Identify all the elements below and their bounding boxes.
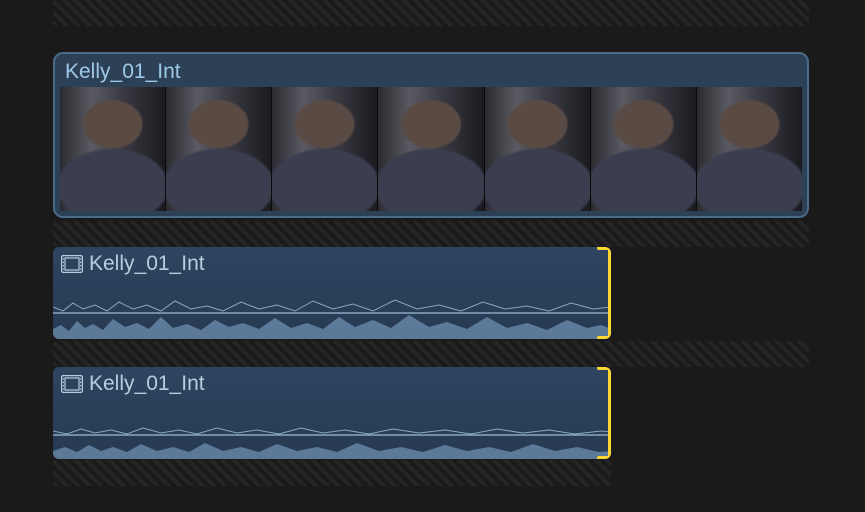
track-spacer xyxy=(53,0,809,26)
thumbnail-frame xyxy=(377,87,483,211)
video-media-icon xyxy=(61,255,83,273)
audio-waveform xyxy=(53,407,611,459)
track-spacer xyxy=(53,341,809,367)
thumbnail-frame xyxy=(271,87,377,211)
thumbnail-frame xyxy=(60,87,165,211)
thumbnail-frame xyxy=(696,87,802,211)
track-spacer xyxy=(53,460,611,486)
clip-title: Kelly_01_Int xyxy=(89,252,205,276)
audio-clip[interactable]: Kelly_01_Int xyxy=(53,247,611,339)
clip-title: Kelly_01_Int xyxy=(55,54,807,86)
filmstrip xyxy=(60,87,802,211)
thumbnail-frame xyxy=(165,87,271,211)
track-spacer xyxy=(53,221,809,247)
audio-clip[interactable]: Kelly_01_Int xyxy=(53,367,611,459)
video-media-icon xyxy=(61,375,83,393)
thumbnail-frame xyxy=(590,87,696,211)
video-clip[interactable]: Kelly_01_Int xyxy=(53,52,809,218)
clip-title: Kelly_01_Int xyxy=(89,372,205,396)
thumbnail-frame xyxy=(484,87,590,211)
audio-waveform xyxy=(53,287,611,339)
